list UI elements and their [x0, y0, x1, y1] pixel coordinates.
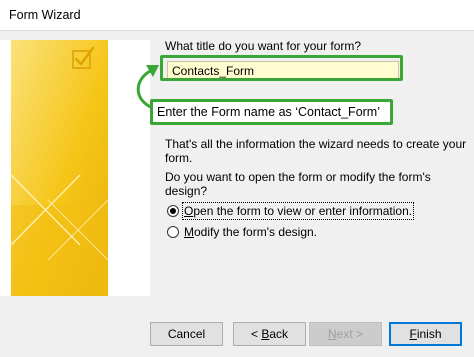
radio-label-modify[interactable]: Modify the form's design.	[184, 225, 317, 239]
radio-label-open[interactable]: Open the form to view or enter informati…	[181, 202, 415, 220]
info-message: That's all the information the wizard ne…	[165, 137, 467, 165]
finish-button[interactable]: Finish	[389, 322, 462, 346]
radio-option-modify-design[interactable]: Modify the form's design.	[167, 224, 317, 240]
form-title-question: What title do you want for your form?	[165, 39, 362, 53]
cancel-button[interactable]: Cancel	[150, 322, 223, 346]
radio-button-modify[interactable]	[167, 226, 179, 238]
open-or-modify-question: Do you want to open the form or modify t…	[165, 170, 431, 198]
next-button[interactable]: Next >	[309, 322, 382, 346]
title-bar: Form Wizard	[0, 0, 474, 31]
input-highlight-frame	[160, 55, 403, 81]
back-button[interactable]: < Back	[233, 322, 306, 346]
radio-button-open[interactable]	[167, 205, 179, 217]
window-title: Form Wizard	[9, 8, 81, 22]
radio-option-open-form[interactable]: Open the form to view or enter informati…	[167, 202, 415, 220]
annotation-callout: Enter the Form name as ‘Contact_Form’	[150, 99, 393, 125]
